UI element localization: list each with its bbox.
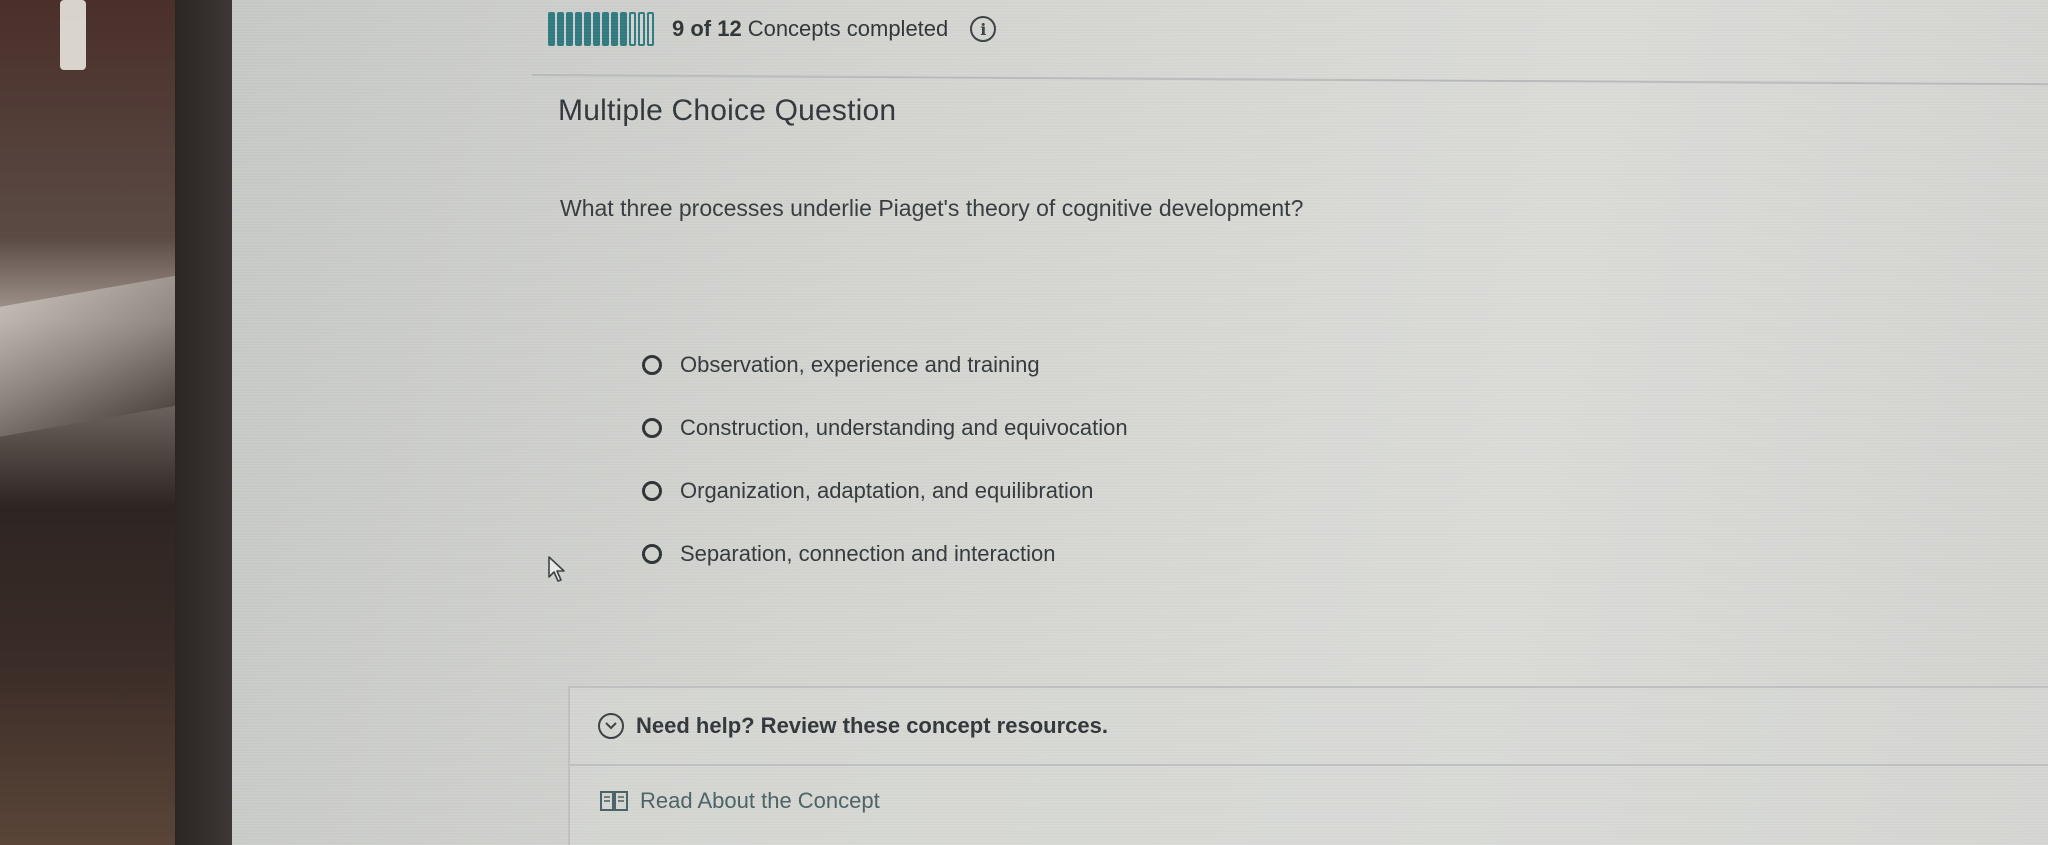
- monitor-screen: 9 of 12 Concepts completed i Multiple Ch…: [232, 0, 2048, 845]
- progress-segment-complete: [611, 12, 618, 46]
- progress-segment-incomplete: [629, 12, 636, 46]
- radio-button[interactable]: [642, 481, 662, 501]
- book-icon: [600, 791, 628, 811]
- help-toggle[interactable]: Need help? Review these concept resource…: [570, 688, 2048, 766]
- mouse-cursor-icon: [548, 556, 565, 582]
- progress-segment-complete: [593, 12, 600, 46]
- background-chair: [0, 273, 190, 437]
- progress-count: 9 of 12: [672, 16, 742, 41]
- background-post: [60, 0, 86, 70]
- question-type-heading: Multiple Choice Question: [558, 94, 897, 127]
- help-title: Need help? Review these concept resource…: [636, 713, 1108, 738]
- answer-option-label: Separation, connection and interaction: [680, 541, 1056, 566]
- answer-option[interactable]: Separation, connection and interaction: [642, 537, 1128, 571]
- question-prompt: What three processes underlie Piaget's t…: [560, 195, 1304, 221]
- progress-segment-complete: [584, 12, 591, 46]
- answer-option[interactable]: Observation, experience and training: [642, 348, 1128, 382]
- progress-header: 9 of 12 Concepts completed i: [548, 10, 997, 48]
- answer-option-label: Observation, experience and training: [680, 352, 1040, 377]
- answer-option[interactable]: Organization, adaptation, and equilibrat…: [642, 474, 1128, 508]
- progress-label: Concepts completed: [747, 16, 949, 41]
- progress-segment-complete: [575, 12, 582, 46]
- progress-text: 9 of 12 Concepts completed: [672, 16, 948, 42]
- answer-option[interactable]: Construction, understanding and equivoca…: [642, 411, 1128, 445]
- answer-options: Observation, experience and training Con…: [642, 348, 1128, 600]
- progress-segment-incomplete: [638, 12, 645, 46]
- progress-segment-complete: [548, 12, 555, 46]
- chevron-down-circle-icon: [598, 713, 624, 739]
- help-panel: Need help? Review these concept resource…: [568, 686, 2048, 845]
- radio-button[interactable]: [642, 544, 662, 564]
- progress-segment-incomplete: [647, 12, 654, 46]
- progress-segment-complete: [566, 12, 573, 46]
- progress-bar: [548, 12, 654, 46]
- answer-option-label: Construction, understanding and equivoca…: [680, 415, 1128, 440]
- resource-label: Read About the Concept: [640, 788, 880, 813]
- progress-segment-complete: [602, 12, 609, 46]
- radio-button[interactable]: [642, 418, 662, 438]
- radio-button[interactable]: [642, 355, 662, 375]
- resource-read-concept[interactable]: Read About the Concept: [570, 766, 2048, 836]
- progress-segment-complete: [557, 12, 564, 46]
- answer-option-label: Organization, adaptation, and equilibrat…: [680, 478, 1094, 503]
- progress-segment-complete: [620, 12, 627, 46]
- header-divider: [531, 74, 2048, 86]
- info-icon[interactable]: i: [970, 16, 997, 42]
